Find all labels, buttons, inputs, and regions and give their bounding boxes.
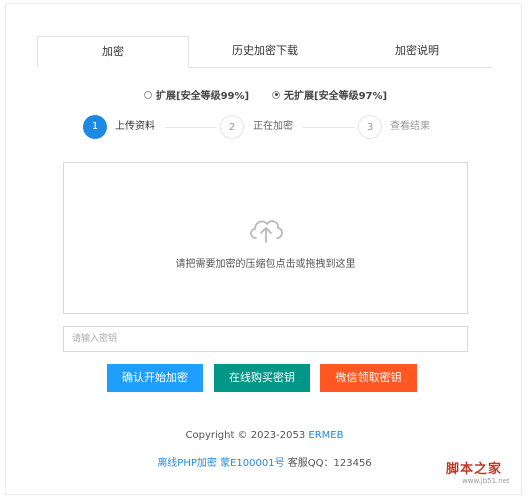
- radio-checked-icon: [272, 90, 280, 99]
- tab-history-download[interactable]: 历史加密下载: [189, 36, 341, 67]
- radio-extension-label: 扩展[安全等级99%]: [156, 91, 250, 102]
- watermark-url: www.jb51.net: [462, 477, 510, 485]
- step-2-badge: 2: [220, 115, 244, 139]
- copyright-text: Copyright © 2023-2053: [185, 430, 309, 441]
- copyright: Copyright © 2023-2053 ERMEB: [0, 430, 529, 441]
- ermeb-link[interactable]: ERMEB: [308, 430, 343, 441]
- step-3-badge: 3: [358, 115, 382, 139]
- buy-key-online-button[interactable]: 在线购买密钥: [214, 364, 310, 392]
- cloud-upload-icon: [250, 220, 283, 243]
- step-1-label: 上传资料: [115, 121, 155, 132]
- radio-no-extension-label: 无扩展[安全等级97%]: [284, 91, 388, 102]
- progress-steps: 1 上传资料 2 正在加密 3 查看结果: [0, 115, 529, 141]
- site-watermark: 脚本之家 www.jb51.net: [446, 458, 524, 492]
- step-connector: [303, 127, 355, 128]
- upload-hint: 请把需要加密的压缩包点击或拖拽到这里: [175, 259, 356, 270]
- tab-encrypt[interactable]: 加密: [37, 36, 189, 68]
- confirm-encrypt-button[interactable]: 确认开始加密: [107, 364, 203, 392]
- radio-unchecked-icon: [144, 90, 152, 99]
- encrypt-mode-options: 扩展[安全等级99%] 无扩展[安全等级97%]: [0, 87, 529, 103]
- watermark-logo: 脚本之家: [446, 462, 503, 477]
- icp-link[interactable]: 离线PHP加密 蒙E100001号: [157, 458, 284, 469]
- upload-dropzone[interactable]: 请把需要加密的压缩包点击或拖拽到这里: [63, 162, 468, 314]
- radio-no-extension[interactable]: 无扩展[安全等级97%]: [272, 87, 387, 102]
- wechat-get-key-button[interactable]: 微信领取密钥: [320, 364, 417, 392]
- tab-bar: 加密 历史加密下载 加密说明: [37, 36, 493, 68]
- radio-extension[interactable]: 扩展[安全等级99%]: [144, 87, 249, 102]
- step-connector: [165, 127, 217, 128]
- tab-encrypt-help[interactable]: 加密说明: [341, 36, 493, 67]
- step-3-label: 查看结果: [390, 121, 430, 132]
- step-1-badge: 1: [83, 115, 107, 139]
- support-qq-text: 客服QQ：123456: [284, 458, 372, 469]
- secret-key-input[interactable]: [63, 326, 468, 352]
- step-2-label: 正在加密: [253, 121, 293, 132]
